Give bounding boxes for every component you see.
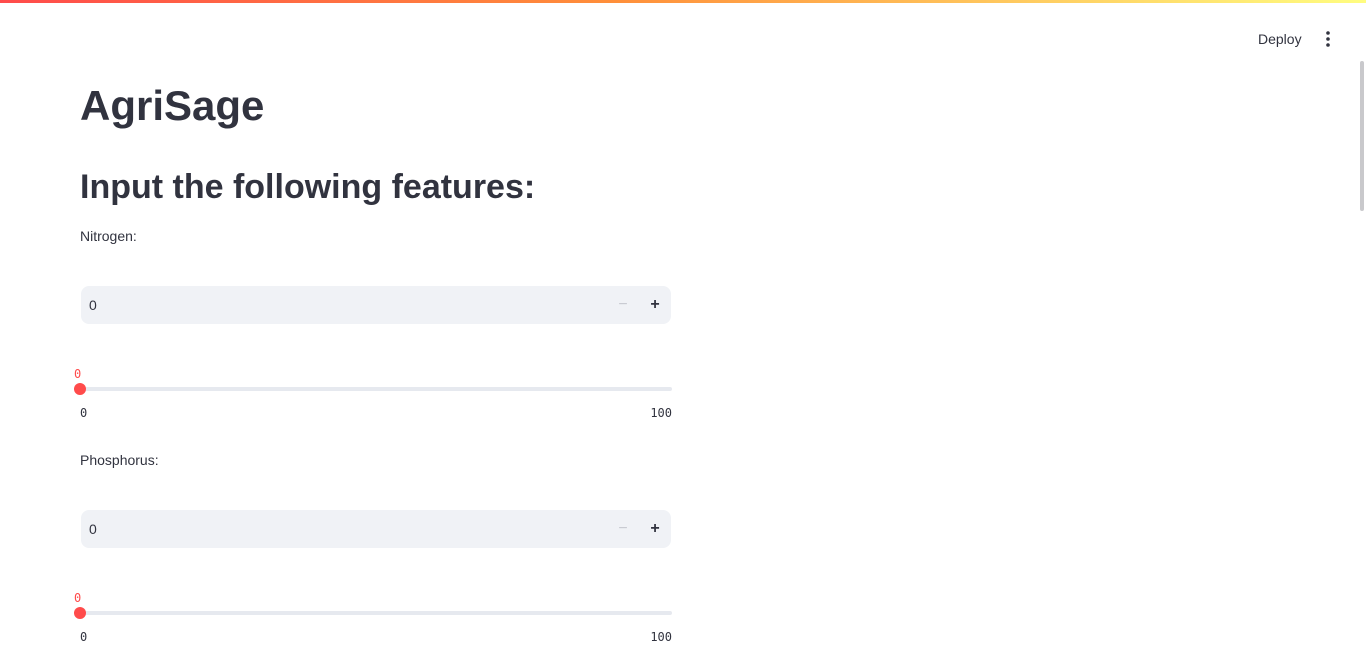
section-title: Input the following features:	[80, 168, 536, 206]
number-input-value[interactable]: 0	[89, 510, 97, 548]
deploy-button[interactable]: Deploy	[1250, 25, 1310, 53]
slider-thumb[interactable]	[74, 607, 86, 619]
phosphorus-number-input[interactable]: 0 − +	[81, 510, 671, 548]
page-scrollbar[interactable]	[1356, 61, 1366, 639]
main-menu-button[interactable]	[1316, 25, 1340, 53]
slider-track[interactable]	[80, 611, 672, 615]
app-header: Deploy	[0, 3, 1366, 61]
app-title: AgriSage	[80, 82, 265, 129]
feature-label: Phosphorus:	[80, 452, 159, 468]
slider-max-label: 100	[650, 406, 672, 420]
increment-button[interactable]: +	[639, 286, 671, 324]
slider-min-label: 0	[80, 406, 88, 420]
scrollbar-thumb[interactable]	[1360, 61, 1364, 211]
slider-current-value: 0	[74, 591, 82, 605]
nitrogen-number-input[interactable]: 0 − +	[81, 286, 671, 324]
feature-phosphorus: Phosphorus: 0 − + 0 0 100	[74, 451, 672, 661]
slider-max-label: 100	[650, 630, 672, 644]
vertical-ellipsis-icon	[1326, 31, 1330, 47]
feature-label: Nitrogen:	[80, 228, 137, 244]
nitrogen-slider[interactable]: 0 0 100	[74, 367, 672, 421]
slider-min-label: 0	[80, 630, 88, 644]
decrement-button[interactable]: −	[607, 286, 639, 324]
increment-button[interactable]: +	[639, 510, 671, 548]
phosphorus-slider[interactable]: 0 0 100	[74, 591, 672, 645]
decrement-button[interactable]: −	[607, 510, 639, 548]
number-input-value[interactable]: 0	[89, 286, 97, 324]
slider-thumb[interactable]	[74, 383, 86, 395]
slider-track[interactable]	[80, 387, 672, 391]
slider-current-value: 0	[74, 367, 82, 381]
feature-nitrogen: Nitrogen: 0 − + 0 0 100	[74, 227, 672, 437]
